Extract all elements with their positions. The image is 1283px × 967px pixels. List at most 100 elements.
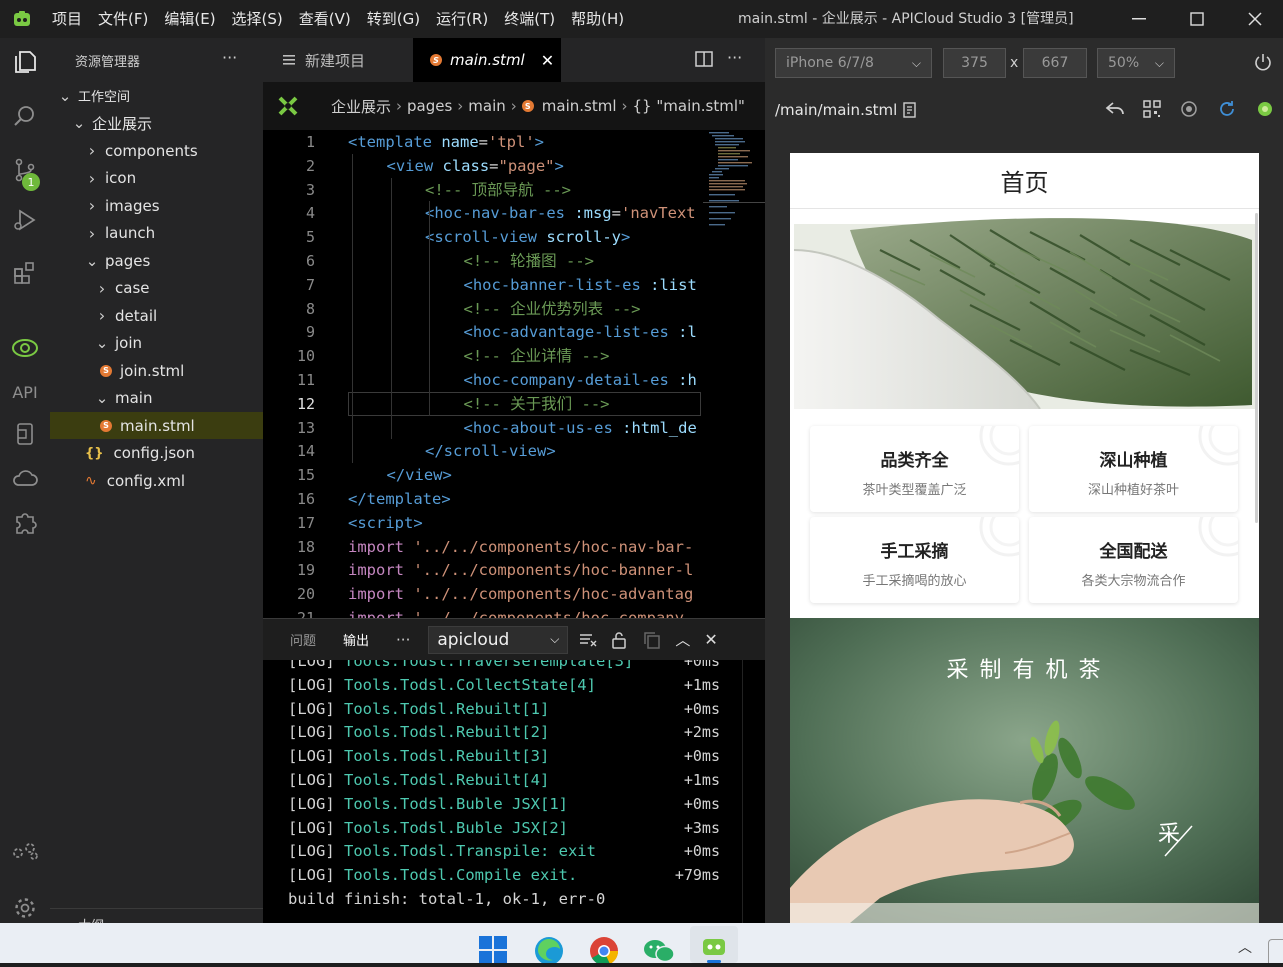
code-line[interactable]: <hoc-about-us-es :html_de (348, 416, 700, 440)
tray-chevron-icon[interactable]: ︿ (1238, 937, 1252, 957)
zoom-select[interactable]: 50% ⌵ (1097, 48, 1175, 78)
feature-card[interactable]: 品类齐全 茶叶类型覆盖广泛 (810, 426, 1019, 512)
device-icon[interactable] (0, 414, 50, 454)
cloud-icon[interactable] (0, 458, 50, 498)
folder-item[interactable]: ⌄ pages (50, 247, 263, 274)
code-line[interactable]: </view> (348, 463, 700, 487)
lock-scroll-icon[interactable] (611, 631, 627, 649)
menu-item[interactable]: 选择(S) (224, 0, 291, 38)
panel-more-button[interactable]: ··· (396, 631, 410, 649)
code-line[interactable]: <!-- 顶部导航 --> (348, 178, 700, 202)
folder-item[interactable]: › case (50, 275, 263, 302)
code-line[interactable]: import '../../components/hoc-company (348, 606, 700, 618)
tray-icon[interactable] (1268, 939, 1283, 963)
code-line[interactable]: import '../../components/hoc-banner-l (348, 558, 700, 582)
code-line[interactable]: <!-- 企业详情 --> (348, 344, 700, 368)
file-item[interactable]: {} config.json (50, 440, 263, 467)
search-icon[interactable] (0, 96, 50, 136)
breadcrumb-item[interactable]: 企业展示 (331, 96, 391, 117)
code-line[interactable]: <hoc-nav-bar-es :msg='navText (348, 201, 700, 225)
feature-card[interactable]: 全国配送 各类大宗物流合作 (1029, 517, 1238, 603)
code-line[interactable]: <view class="page"> (348, 154, 700, 178)
folder-item[interactable]: ⌄ main (50, 385, 263, 412)
folder-item[interactable]: › images (50, 192, 263, 219)
folder-item[interactable]: › detail (50, 302, 263, 329)
breadcrumb-item[interactable]: {} "main.stml" (633, 97, 745, 115)
power-icon[interactable] (1253, 52, 1273, 76)
banner-tea-image[interactable] (790, 210, 1259, 410)
code-line[interactable]: <!-- 轮播图 --> (348, 249, 700, 273)
plugin-icon[interactable] (0, 502, 50, 542)
code-line[interactable]: </scroll-view> (348, 439, 700, 463)
wechat-icon[interactable] (643, 934, 675, 967)
output-log[interactable]: [LOG] Tools.Todsl.TraverseTemplate[3] +0m… (263, 660, 765, 923)
run-debug-icon[interactable] (0, 200, 50, 240)
settings-gear-icon[interactable] (0, 888, 50, 928)
back-icon[interactable] (1105, 100, 1125, 118)
minimize-button[interactable] (1110, 0, 1168, 38)
copy-icon[interactable] (643, 631, 661, 649)
width-input[interactable]: 375 (943, 48, 1006, 78)
code-line[interactable]: <hoc-advantage-list-es :l (348, 320, 700, 344)
tab-problems[interactable]: 问题 (290, 630, 316, 649)
explorer-icon[interactable] (0, 42, 50, 82)
qrcode-icon[interactable] (1143, 100, 1161, 118)
feature-card[interactable]: 手工采摘 手工采摘喝的放心 (810, 517, 1019, 603)
close-button[interactable] (1226, 0, 1283, 38)
file-item[interactable]: Smain.stml (50, 412, 263, 439)
output-channel-select[interactable]: apicloud ⌵ (428, 625, 569, 654)
open-file-icon[interactable] (902, 102, 918, 118)
minimap[interactable] (706, 130, 765, 230)
refresh-icon[interactable] (1218, 100, 1236, 118)
tab-new-project[interactable]: 新建项目 (263, 38, 413, 82)
windows-start-icon[interactable] (479, 934, 509, 967)
code-line[interactable]: <scroll-view scroll-y> (348, 225, 700, 249)
inspect-icon[interactable] (1180, 100, 1198, 118)
code-line[interactable]: <hoc-company-detail-es :h (348, 368, 700, 392)
tea-picking-section[interactable]: 采 制 有 机 茶 采 (790, 618, 1259, 923)
code-line[interactable]: import '../../components/hoc-nav-bar- (348, 535, 700, 559)
tab-output[interactable]: 输出 (343, 630, 369, 649)
code-line[interactable]: <script> (348, 511, 700, 535)
editor-more-button[interactable]: ··· (727, 48, 742, 67)
extensions-icon[interactable] (0, 252, 50, 292)
folder-item[interactable]: ⌄ join (50, 330, 263, 357)
file-item[interactable]: ∿ config.xml (50, 467, 263, 494)
menu-item[interactable]: 运行(R) (428, 0, 496, 38)
code-line[interactable]: <template name='tpl'> (348, 130, 700, 154)
code-line[interactable]: <!-- 关于我们 --> (348, 392, 700, 416)
code-line[interactable]: <!-- 企业优势列表 --> (348, 297, 700, 321)
folder-item[interactable]: › components (50, 137, 263, 164)
menu-item[interactable]: 项目 (44, 0, 90, 38)
menu-item[interactable]: 帮助(H) (563, 0, 632, 38)
menu-item[interactable]: 编辑(E) (156, 0, 223, 38)
breadcrumb-item[interactable]: main.stml (542, 97, 617, 115)
phone-scrollbar[interactable] (1255, 213, 1258, 523)
close-panel-icon[interactable]: ✕ (704, 630, 717, 649)
device-select[interactable]: iPhone 6/7/8 ⌵ (775, 48, 932, 78)
height-input[interactable]: 667 (1023, 48, 1087, 78)
api-icon[interactable]: API (0, 372, 50, 412)
folder-item[interactable]: ⌄ 企业展示 (50, 110, 263, 137)
code-editor[interactable]: 1 <template name='tpl'> 2 <view class="page… (263, 130, 765, 618)
maximize-button[interactable] (1168, 0, 1226, 38)
menu-item[interactable]: 文件(F) (90, 0, 156, 38)
menu-item[interactable]: 终端(T) (496, 0, 563, 38)
menu-item[interactable]: 查看(V) (291, 0, 359, 38)
breadcrumb-item[interactable]: pages (407, 97, 452, 115)
accounts-icon[interactable] (0, 831, 50, 871)
edge-browser-icon[interactable] (533, 934, 565, 967)
maximize-panel-icon[interactable]: ︿ (675, 629, 690, 650)
breadcrumb-item[interactable]: main (468, 97, 505, 115)
code-line[interactable]: </template> (348, 487, 700, 511)
folder-item[interactable]: › launch (50, 220, 263, 247)
code-line[interactable]: <hoc-banner-list-es :list (348, 273, 700, 297)
file-item[interactable]: Sjoin.stml (50, 357, 263, 384)
feature-card[interactable]: 深山种植 深山种植好茶叶 (1029, 426, 1238, 512)
tab-main-stml[interactable]: S main.stml ✕ (413, 38, 561, 82)
split-editor-icon[interactable] (695, 51, 713, 71)
folder-item[interactable]: › icon (50, 165, 263, 192)
menu-item[interactable]: 转到(G) (359, 0, 428, 38)
explorer-more-button[interactable]: ··· (222, 48, 237, 67)
preview-eye-icon[interactable] (0, 328, 50, 368)
